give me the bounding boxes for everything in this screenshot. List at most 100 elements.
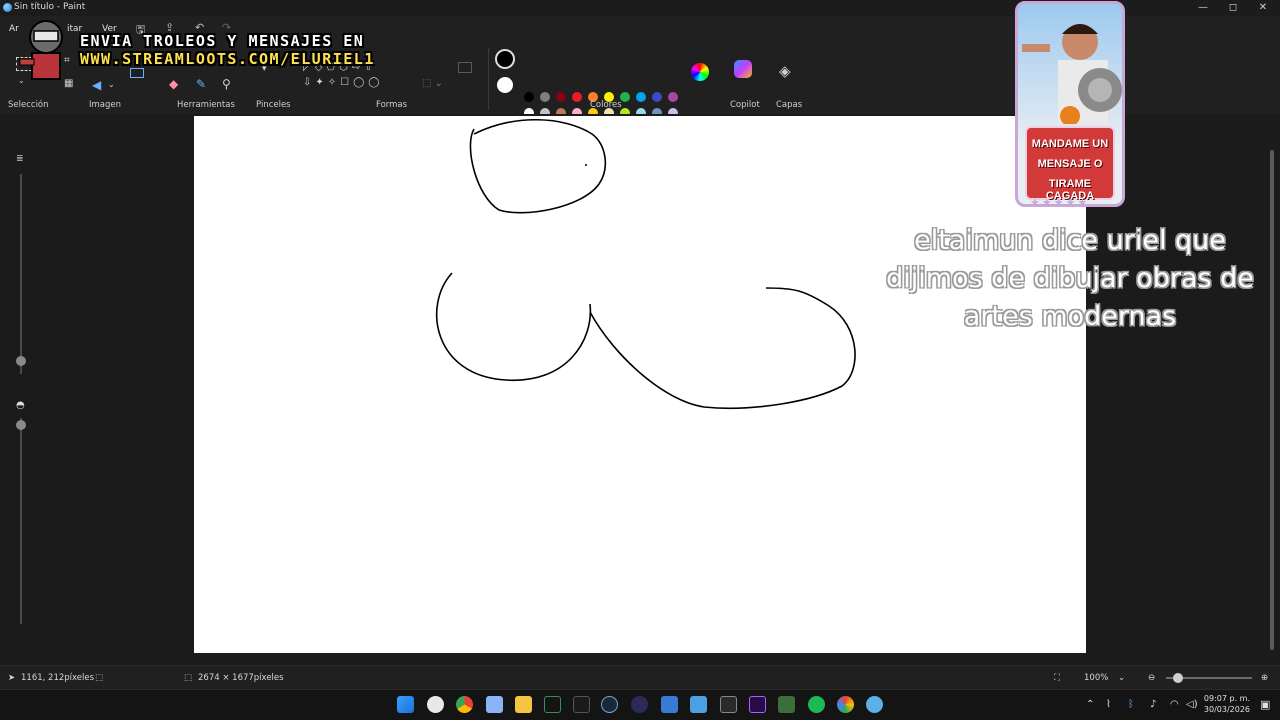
game-icon[interactable] (778, 696, 795, 713)
cursor-position: 1161, 212píxeles (21, 673, 95, 683)
tray-network-icon[interactable]: ⌇ (1106, 699, 1111, 710)
color-swatch[interactable] (652, 92, 662, 102)
chat-line-2: dijimos de dibujar obras de (886, 263, 1254, 294)
audio-app-icon[interactable] (573, 696, 590, 713)
divider (488, 48, 489, 110)
stars-decoration-icon: ★★★★★ (1030, 196, 1090, 207)
group-label-seleccion: Selección (8, 100, 49, 110)
canvas-size: 2674 × 1677píxeles (198, 673, 284, 683)
banner-line-2: WWW.STREAMLOOTS.COM/ELURIEL1 (80, 50, 375, 68)
xbox-icon[interactable] (544, 696, 561, 713)
maximize-button[interactable]: ◻ (1218, 1, 1248, 15)
webcam-overlay: MANDAME UN MENSAJE O TIRAME CAGADA ★★★★★ (1015, 1, 1125, 207)
color-swatch[interactable] (572, 92, 582, 102)
shape-outline-icon[interactable]: ⬚ ⌄ (422, 78, 443, 89)
edit-colors-icon[interactable] (691, 63, 709, 81)
status-bar: ➤ 1161, 212píxeles ⬚ ⬚ 2674 × 1677píxele… (0, 665, 1280, 689)
tray-chevron-icon[interactable]: ⌃ (1086, 699, 1094, 710)
shape-fill-icon[interactable] (458, 62, 472, 73)
bluetooth-icon[interactable]: ᛒ (1128, 699, 1134, 710)
color-swatch[interactable] (636, 92, 646, 102)
webcam-message-box: MANDAME UN MENSAJE O TIRAME CAGADA (1025, 126, 1115, 202)
calculator-icon[interactable] (661, 696, 678, 713)
volume-icon[interactable]: ◁) (1186, 699, 1198, 710)
layers-icon[interactable]: ◈ (779, 62, 791, 80)
size-slider-track[interactable] (20, 174, 22, 374)
copilot-icon[interactable] (734, 60, 752, 78)
webcam-msg-line-2: MENSAJE O (1037, 158, 1103, 170)
stroke-right-cup (589, 287, 856, 410)
zoom-tool-icon[interactable]: ⚲ (222, 77, 231, 91)
streamer-photo (1022, 24, 1122, 124)
color-picker-icon[interactable]: ✎ (196, 77, 206, 91)
close-button[interactable]: ✕ (1248, 1, 1278, 15)
chrome-icon[interactable] (456, 696, 473, 713)
brush-size-icon: ≣ (16, 154, 24, 164)
group-label-herramientas: Herramientas (177, 100, 235, 110)
zoom-out-icon[interactable]: ⊖ (1148, 673, 1155, 683)
spotify-icon[interactable] (808, 696, 825, 713)
window-title: Sin título - Paint (14, 2, 86, 12)
chat-message-overlay: eltaimun dice uriel que dijimos de dibuj… (860, 222, 1280, 336)
opacity-slider-track[interactable] (20, 418, 22, 624)
primary-color-swatch[interactable] (495, 49, 515, 69)
opacity-slider-thumb[interactable] (16, 420, 26, 430)
chevron-down-icon[interactable]: ⌄ (108, 80, 115, 89)
premiere-icon[interactable] (749, 696, 766, 713)
notepad-icon[interactable] (486, 696, 503, 713)
zoom-slider-thumb[interactable] (1173, 673, 1183, 683)
taskbar-app-icon[interactable] (427, 696, 444, 713)
color-swatch[interactable] (524, 92, 534, 102)
banner-line-1: ENVIA TROLEOS Y MENSAJES EN (80, 32, 365, 50)
selection-size-icon: ⬚ (95, 673, 104, 683)
streamloots-banner: ENVIA TROLEOS Y MENSAJES EN WWW.STREAMLO… (80, 32, 446, 70)
drawing-canvas[interactable] (194, 116, 1086, 653)
zoom-in-icon[interactable]: ⊕ (1261, 673, 1268, 683)
brush-size-slider[interactable]: ≣ ◓ (12, 150, 30, 630)
group-label-formas: Formas (376, 100, 408, 110)
wifi-icon[interactable]: ◠ (1170, 699, 1179, 710)
minimize-button[interactable]: — (1188, 1, 1218, 15)
paint-app-icon (3, 3, 12, 12)
color-swatch[interactable] (668, 92, 678, 102)
start-windows-icon[interactable] (397, 696, 414, 713)
group-label-colores: Colores (590, 100, 622, 110)
clock-date[interactable]: 30/03/2026 (1200, 705, 1250, 714)
webcam-msg-line-1: MANDAME UN (1031, 138, 1109, 150)
color-swatch[interactable] (540, 92, 550, 102)
group-label-imagen: Imagen (89, 100, 122, 110)
obs-icon[interactable] (631, 696, 648, 713)
group-label-capas: Capas (776, 100, 803, 110)
file-explorer-icon[interactable] (515, 696, 532, 713)
shapes-row2-icon[interactable]: ⇩✦✧☐◯◯ (303, 77, 383, 88)
group-label-copilot: Copilot (730, 100, 760, 110)
rotate-icon[interactable]: ◀ (92, 78, 101, 92)
size-slider-thumb[interactable] (16, 356, 26, 366)
notifications-icon[interactable]: ▣ (1260, 698, 1270, 711)
taskbar: ⌃ ⌇ ᛒ ♪ ◠ ◁) 09:07 p. m. 30/03/2026 ▣ (0, 689, 1280, 720)
stroke-dot (585, 164, 587, 166)
paint-taskbar-icon[interactable] (866, 696, 883, 713)
color-swatch[interactable] (556, 92, 566, 102)
cursor-icon: ➤ (8, 673, 16, 683)
steam-icon[interactable] (601, 696, 618, 713)
stroke-left-cup (435, 272, 592, 381)
secondary-color-swatch[interactable] (497, 77, 513, 93)
group-label-pinceles: Pinceles (256, 100, 291, 110)
opacity-icon: ◓ (16, 400, 25, 411)
chat-line-3: artes modernas (963, 301, 1177, 332)
photos-icon[interactable] (690, 696, 707, 713)
clock-time[interactable]: 09:07 p. m. (1200, 694, 1250, 703)
canvas-drawing (435, 118, 856, 410)
zoom-level[interactable]: 100% (1084, 673, 1108, 683)
stroke-top-oval (469, 118, 607, 214)
canvas-size-icon: ⬚ (184, 673, 193, 683)
microphone-icon[interactable]: ♪ (1150, 699, 1156, 710)
chrome-canary-icon[interactable] (837, 696, 854, 713)
eraser-icon[interactable]: ◆ (169, 77, 178, 91)
streamer-mascot-image (18, 15, 74, 85)
chat-line-1: eltaimun dice uriel que (914, 225, 1226, 256)
fit-window-icon[interactable]: ⛶ (1054, 673, 1060, 683)
g-app-icon[interactable] (720, 696, 737, 713)
zoom-dropdown-chevron-icon[interactable]: ⌄ (1118, 673, 1125, 683)
